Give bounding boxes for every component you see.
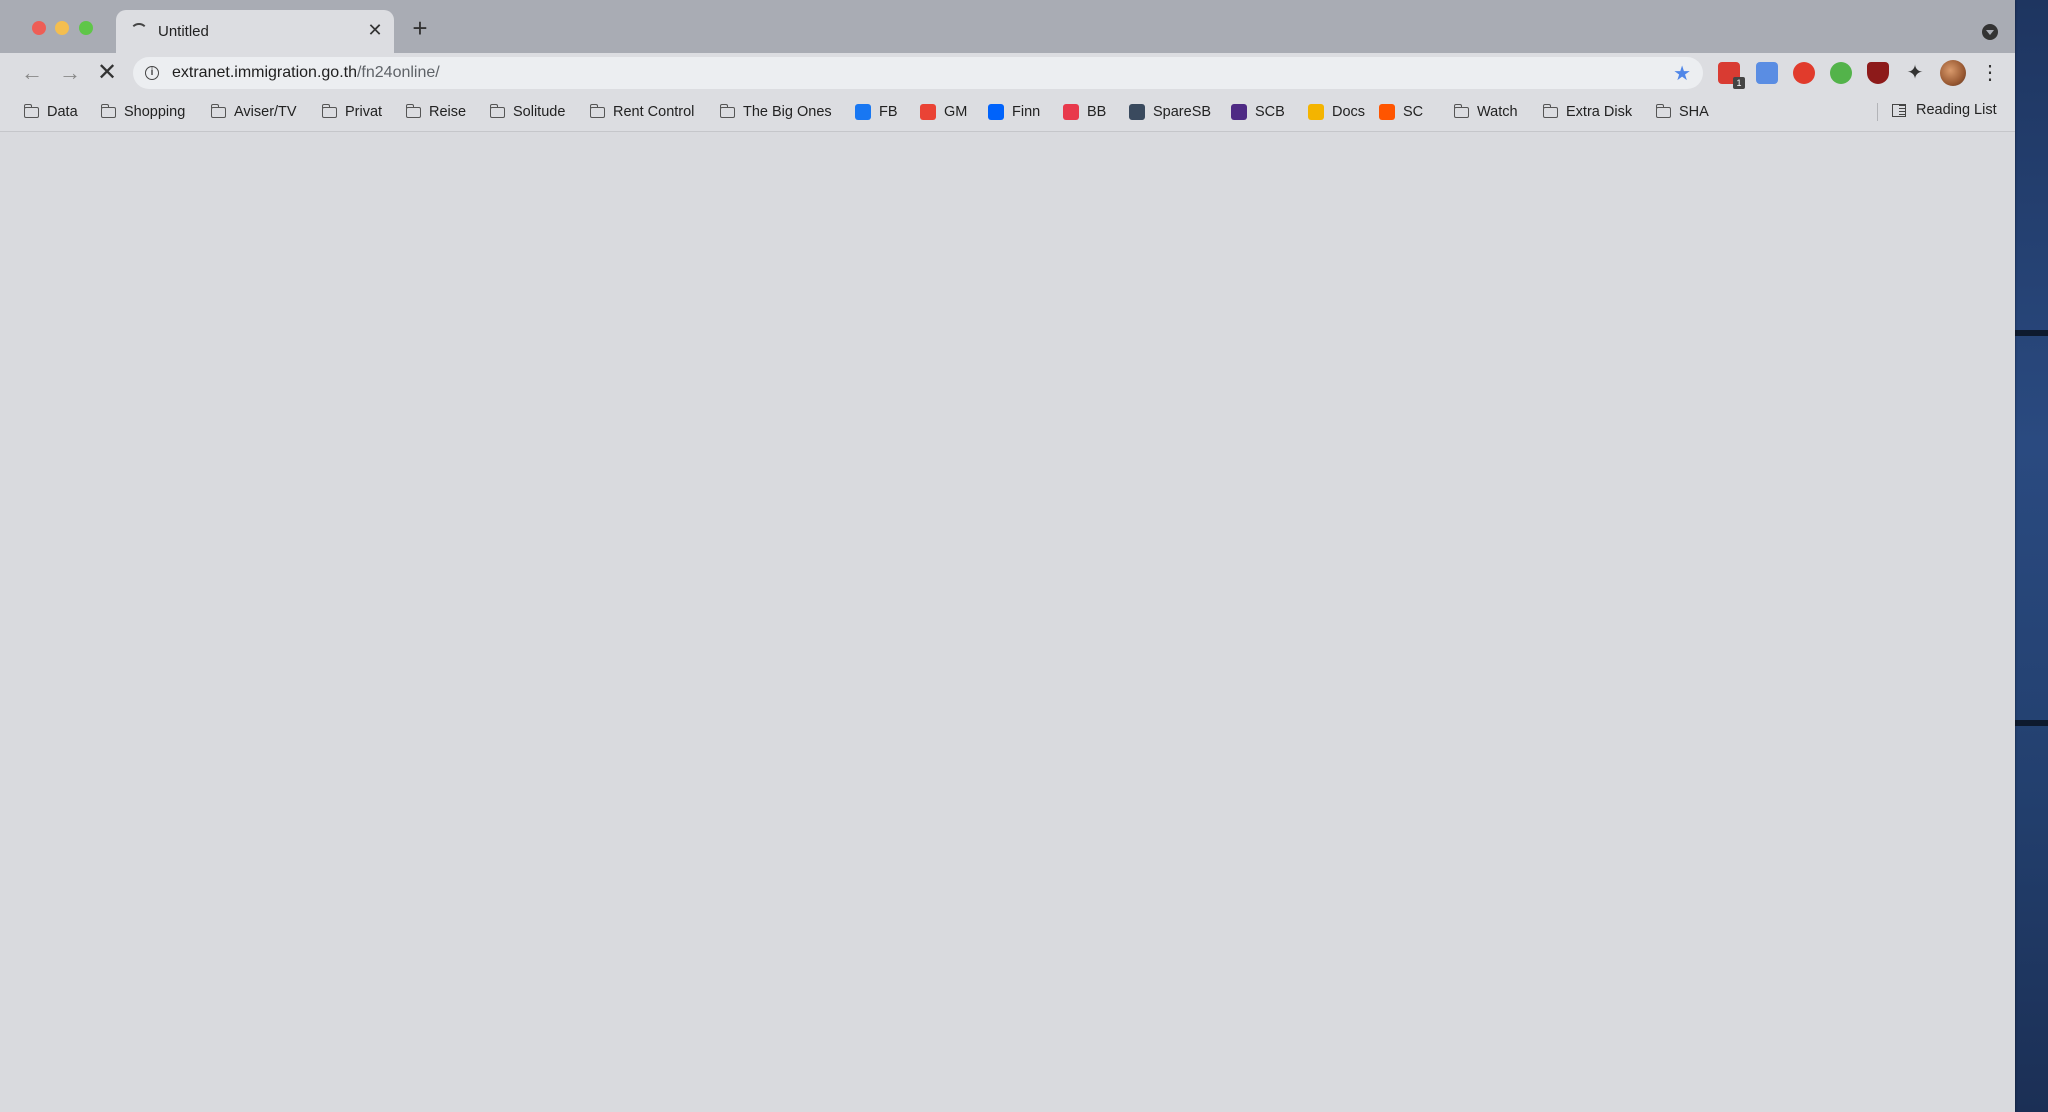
- folder-icon: [719, 103, 735, 118]
- bookmark-sha[interactable]: SHA: [1655, 102, 1709, 122]
- bookmark-the-big-ones[interactable]: The Big Ones: [719, 102, 832, 122]
- new-tab-button[interactable]: +: [408, 15, 432, 41]
- folder-icon: [589, 103, 605, 118]
- folder-icon: [1655, 103, 1671, 118]
- bookmark-shopping[interactable]: Shopping: [100, 102, 186, 122]
- bookmark-label: GM: [944, 104, 968, 120]
- bookmark-privat[interactable]: Privat: [321, 102, 383, 122]
- bookmark-label: Privat: [345, 104, 383, 120]
- bookmark-rent-control[interactable]: Rent Control: [589, 102, 695, 122]
- bookmark-label: SC: [1403, 104, 1424, 120]
- bookmark-reise[interactable]: Reise: [405, 102, 467, 122]
- bookmark-bb[interactable]: BB: [1063, 102, 1106, 122]
- cashback-extension-icon[interactable]: [1830, 62, 1852, 84]
- browser-menu-icon[interactable]: ⋮: [1980, 60, 2000, 86]
- page-content-blank: [0, 132, 2015, 1112]
- bookmark-star-icon[interactable]: ★: [1673, 61, 1691, 86]
- ublock-origin-extension-icon[interactable]: [1867, 62, 1889, 84]
- site-info-icon[interactable]: i: [145, 66, 159, 80]
- bookmark-watch[interactable]: Watch: [1453, 102, 1518, 122]
- bookmark-label: Extra Disk: [1566, 104, 1633, 120]
- bookmark-label: Solitude: [513, 104, 566, 120]
- bookmark-label: Rent Control: [613, 104, 695, 120]
- reading-list-button[interactable]: Reading List: [1892, 102, 1997, 118]
- bookmark-finn[interactable]: Finn: [988, 102, 1040, 122]
- bookmark-data[interactable]: Data: [23, 102, 78, 122]
- reading-list-icon: [1892, 103, 1906, 117]
- bookmark-label: SHA: [1679, 104, 1709, 120]
- tab-strip: Untitled ✕ +: [0, 0, 2015, 53]
- address-bar[interactable]: i extranet.immigration.go.th/fn24online/…: [133, 57, 1703, 89]
- folder-icon: [489, 103, 505, 118]
- folder-icon: [23, 103, 39, 118]
- url-path: /fn24online/: [356, 64, 440, 81]
- bookmark-label: Shopping: [124, 104, 186, 120]
- bookmark-label: FB: [879, 104, 898, 120]
- extensions-puzzle-icon[interactable]: ✦: [1904, 62, 1926, 84]
- desktop-stripe: [2015, 720, 2048, 726]
- bookmark-label: Data: [47, 104, 78, 120]
- finn-icon: [988, 104, 1004, 120]
- back-button[interactable]: ←: [18, 59, 46, 87]
- toolbar: ← → ✕ i extranet.immigration.go.th/fn24o…: [0, 53, 2015, 93]
- reading-list-label: Reading List: [1916, 102, 1997, 118]
- desktop-background: [2015, 0, 2048, 1112]
- bookmark-solitude[interactable]: Solitude: [489, 102, 566, 122]
- folder-icon: [321, 103, 337, 118]
- bookmark-label: Docs: [1332, 104, 1366, 120]
- close-window-button[interactable]: [32, 21, 46, 35]
- desktop-stripe: [2015, 330, 2048, 336]
- bookmark-sparesb[interactable]: SpareSB: [1129, 102, 1211, 122]
- bookmark-sc[interactable]: SC: [1379, 102, 1423, 122]
- bookmark-scb[interactable]: SCB: [1231, 102, 1285, 122]
- bookmark-gm[interactable]: GM: [920, 102, 967, 122]
- bookmark-label: SCB: [1255, 104, 1285, 120]
- sparebank-icon: [1129, 104, 1145, 120]
- soundcloud-icon: [1379, 104, 1395, 120]
- scb-icon: [1231, 104, 1247, 120]
- bookmark-label: Reise: [429, 104, 467, 120]
- google-drive-icon: [1308, 104, 1324, 120]
- bookmark-label: Finn: [1012, 104, 1041, 120]
- bookmark-label: BB: [1087, 104, 1107, 120]
- folder-icon: [100, 103, 116, 118]
- browser-window: Untitled ✕ + ← → ✕ i extranet.immigratio…: [0, 0, 2015, 1112]
- tab-title: Untitled: [158, 23, 209, 40]
- bookmark-extra-disk[interactable]: Extra Disk: [1542, 102, 1633, 122]
- minimize-window-button[interactable]: [55, 21, 69, 35]
- url-host: extranet.immigration.go.th: [172, 64, 357, 81]
- extension-badge: 1: [1733, 77, 1745, 89]
- bookmarks-divider: [1877, 103, 1878, 121]
- folder-icon: [405, 103, 421, 118]
- bb-icon: [1063, 104, 1079, 120]
- spinner-icon: [130, 23, 148, 41]
- tab-search-icon[interactable]: [1982, 24, 1998, 40]
- stop-loading-button[interactable]: ✕: [93, 59, 121, 87]
- bookmark-aviser-tv[interactable]: Aviser/TV: [210, 102, 297, 122]
- maximize-window-button[interactable]: [79, 21, 93, 35]
- profile-avatar[interactable]: [1940, 60, 1966, 86]
- folder-icon: [210, 103, 226, 118]
- folder-icon: [1453, 103, 1469, 118]
- bookmark-label: The Big Ones: [743, 104, 832, 120]
- bookmark-label: Aviser/TV: [234, 104, 297, 120]
- adblock-extension-icon[interactable]: [1793, 62, 1815, 84]
- forward-button[interactable]: →: [56, 59, 84, 87]
- folder-icon: [1542, 103, 1558, 118]
- bookmark-label: Watch: [1477, 104, 1518, 120]
- translate-extension-icon[interactable]: [1756, 62, 1778, 84]
- bookmarks-bar: Reading List Data Shopping Aviser/TV Privat…: [0, 93, 2015, 132]
- bookmark-fb[interactable]: FB: [855, 102, 898, 122]
- facebook-icon: [855, 104, 871, 120]
- bookmark-label: SpareSB: [1153, 104, 1212, 120]
- gmail-checker-extension-icon[interactable]: 1: [1718, 62, 1745, 89]
- gmail-icon: [920, 104, 936, 120]
- url-text[interactable]: extranet.immigration.go.th/fn24online/: [172, 64, 440, 82]
- bookmark-docs[interactable]: Docs: [1308, 102, 1365, 122]
- tab-untitled[interactable]: Untitled ✕: [116, 10, 394, 53]
- close-tab-icon[interactable]: ✕: [364, 19, 386, 41]
